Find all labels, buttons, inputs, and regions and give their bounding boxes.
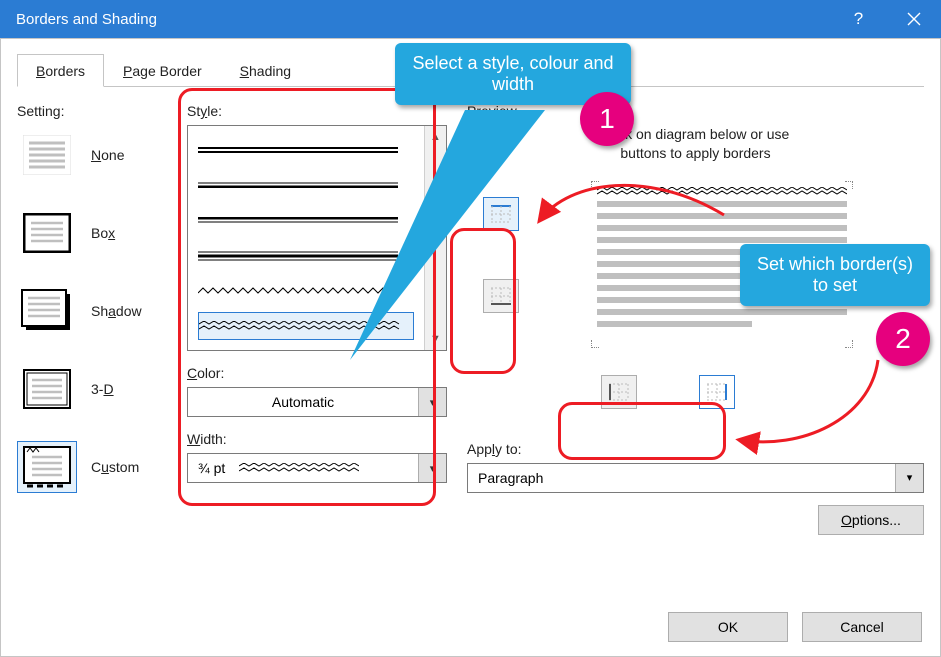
setting-none[interactable]: None — [17, 125, 187, 185]
annotation-badge: 2 — [876, 312, 930, 366]
footer: OK Cancel — [668, 612, 922, 642]
width-dropdown[interactable]: ¾ pt ▾ — [187, 453, 447, 483]
color-label: Color: — [187, 365, 447, 381]
cancel-button[interactable]: Cancel — [802, 612, 922, 642]
titlebar-title: Borders and Shading — [16, 11, 157, 28]
annotation-callout: Set which border(s) to set — [740, 244, 930, 306]
style-label: Style: — [187, 103, 447, 119]
close-button[interactable] — [886, 0, 941, 38]
scroll-up-icon[interactable]: ▲ — [425, 126, 446, 148]
setting-box[interactable]: Box — [17, 203, 187, 263]
preview-column: Preview Click on diagram below or use bu… — [447, 103, 924, 605]
setting-custom[interactable]: Custom — [17, 437, 187, 497]
border-right-button[interactable] — [699, 375, 735, 409]
color-value: Automatic — [188, 388, 418, 416]
tab-borders[interactable]: Borders — [17, 54, 104, 87]
style-column: Style: ▲ ▼ Color: Automatic — [187, 103, 447, 605]
width-value: ¾ pt — [188, 454, 418, 482]
help-button[interactable]: ? — [831, 0, 886, 38]
dialog-body: Borders Page Border Shading Setting: Non… — [0, 38, 941, 657]
width-label: Width: — [187, 431, 447, 447]
apply-label: Apply to: — [467, 441, 924, 457]
style-listbox[interactable]: ▲ ▼ — [187, 125, 447, 351]
border-left-button[interactable] — [601, 375, 637, 409]
setting-label: Setting: — [17, 103, 187, 119]
setting-shadow[interactable]: Shadow — [17, 281, 187, 341]
apply-value: Paragraph — [468, 464, 895, 492]
chevron-down-icon[interactable]: ▾ — [418, 388, 446, 416]
apply-dropdown[interactable]: Paragraph ▾ — [467, 463, 924, 493]
setting-3d[interactable]: 3-D — [17, 359, 187, 419]
tab-shading[interactable]: Shading — [221, 54, 310, 87]
titlebar: Borders and Shading ? — [0, 0, 941, 38]
border-bottom-button[interactable] — [483, 279, 519, 313]
ok-button[interactable]: OK — [668, 612, 788, 642]
color-dropdown[interactable]: Automatic ▾ — [187, 387, 447, 417]
tab-page-border[interactable]: Page Border — [104, 54, 221, 87]
style-scrollbar[interactable]: ▲ ▼ — [424, 126, 446, 350]
setting-column: Setting: None Box Shadow — [17, 103, 187, 605]
chevron-down-icon[interactable]: ▾ — [895, 464, 923, 492]
options-button[interactable]: Options... — [818, 505, 924, 535]
chevron-down-icon[interactable]: ▾ — [418, 454, 446, 482]
scroll-down-icon[interactable]: ▼ — [425, 328, 446, 350]
border-top-button[interactable] — [483, 197, 519, 231]
close-icon — [907, 12, 921, 26]
preview-label: Preview — [467, 103, 924, 119]
annotation-badge: 1 — [580, 92, 634, 146]
